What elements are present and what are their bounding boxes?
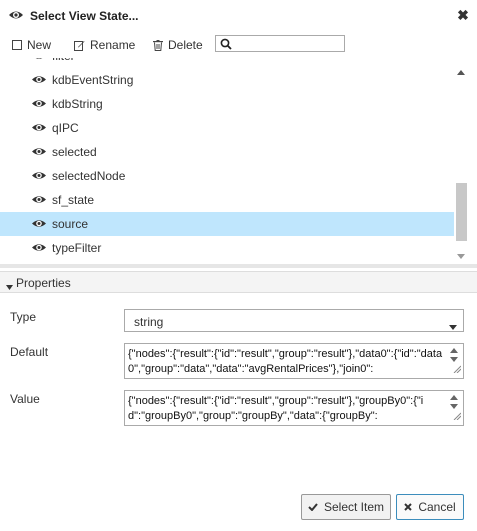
new-icon [12,40,22,50]
delete-label: Delete [168,38,203,52]
new-button[interactable]: New [12,37,51,53]
list-item[interactable]: typeFilter [0,236,454,260]
search-icon [220,38,232,50]
splitter[interactable] [0,264,477,268]
chevron-down-icon [449,319,457,333]
resize-grip-icon[interactable] [453,362,462,376]
list-item-label: selectedNode [52,169,126,183]
close-icon[interactable]: ✖ [456,7,470,23]
scroll-down-arrow-icon[interactable] [457,248,465,262]
eye-icon [31,74,47,88]
select-item-button[interactable]: Select Item [301,494,391,520]
type-select-value: string [134,315,164,329]
trash-icon [153,39,163,51]
type-select[interactable]: string [124,309,464,332]
list-item[interactable]: selectedNode [0,164,454,188]
cancel-button[interactable]: Cancel [396,494,464,520]
list-item-label: kdbEventString [52,73,134,87]
edit-icon [74,40,85,51]
eye-icon [31,122,47,136]
eye-icon [31,58,47,64]
close-icon [404,503,413,511]
list-item[interactable]: qIPC [0,116,454,140]
delete-button[interactable]: Delete [153,37,203,53]
scrollbar-thumb[interactable] [456,183,467,241]
list-item-selected[interactable]: source [0,212,454,236]
resize-grip-icon[interactable] [453,409,462,423]
rename-button[interactable]: Rename [74,37,135,53]
cancel-label: Cancel [418,500,456,514]
default-value: {"nodes":{"result":{"id":"result","group… [128,348,443,375]
value-textarea[interactable]: {"nodes":{"result":{"id":"result","group… [124,390,464,426]
select-item-label: Select Item [323,500,385,514]
eye-icon [31,170,47,184]
properties-header[interactable]: Properties [0,271,477,293]
eye-icon [31,98,47,112]
view-state-list: filter kdbEventString kdbString qIPC sel… [0,58,477,264]
dialog-title: Select View State... [30,9,139,23]
eye-icon [31,218,47,232]
list-item[interactable]: filter [0,58,454,68]
eye-icon [8,9,24,23]
value-value: {"nodes":{"result":{"id":"result","group… [128,395,424,422]
list-item[interactable]: sf_state [0,188,454,212]
list-item[interactable]: kdbString [0,92,454,116]
scroll-up-arrow-icon[interactable] [457,64,465,78]
search-input[interactable] [236,36,342,51]
check-icon [308,503,318,511]
value-label: Value [10,392,40,406]
properties-title: Properties [16,276,71,290]
list-item-label: sf_state [52,193,95,207]
eye-icon [31,194,47,208]
list-item-label: qIPC [52,121,79,135]
caret-down-icon [6,279,13,293]
list-item-label: source [52,217,89,231]
list-item[interactable]: kdbEventString [0,68,454,92]
eye-icon [31,242,47,256]
default-textarea[interactable]: {"nodes":{"result":{"id":"result","group… [124,343,464,379]
default-label: Default [10,345,49,359]
dialog-titlebar: Select View State... ✖ [0,0,477,32]
list-item-label: selected [52,145,97,159]
type-label: Type [10,310,37,324]
eye-icon [31,146,47,160]
list-item[interactable]: selected [0,140,454,164]
list-item-label: kdbString [52,97,103,111]
rename-label: Rename [90,38,136,52]
list-item-label: filter [52,58,75,63]
new-label: New [27,38,52,52]
list-item-label: typeFilter [52,241,102,255]
list-scrollbar[interactable] [454,58,468,262]
search-field[interactable] [215,35,345,52]
